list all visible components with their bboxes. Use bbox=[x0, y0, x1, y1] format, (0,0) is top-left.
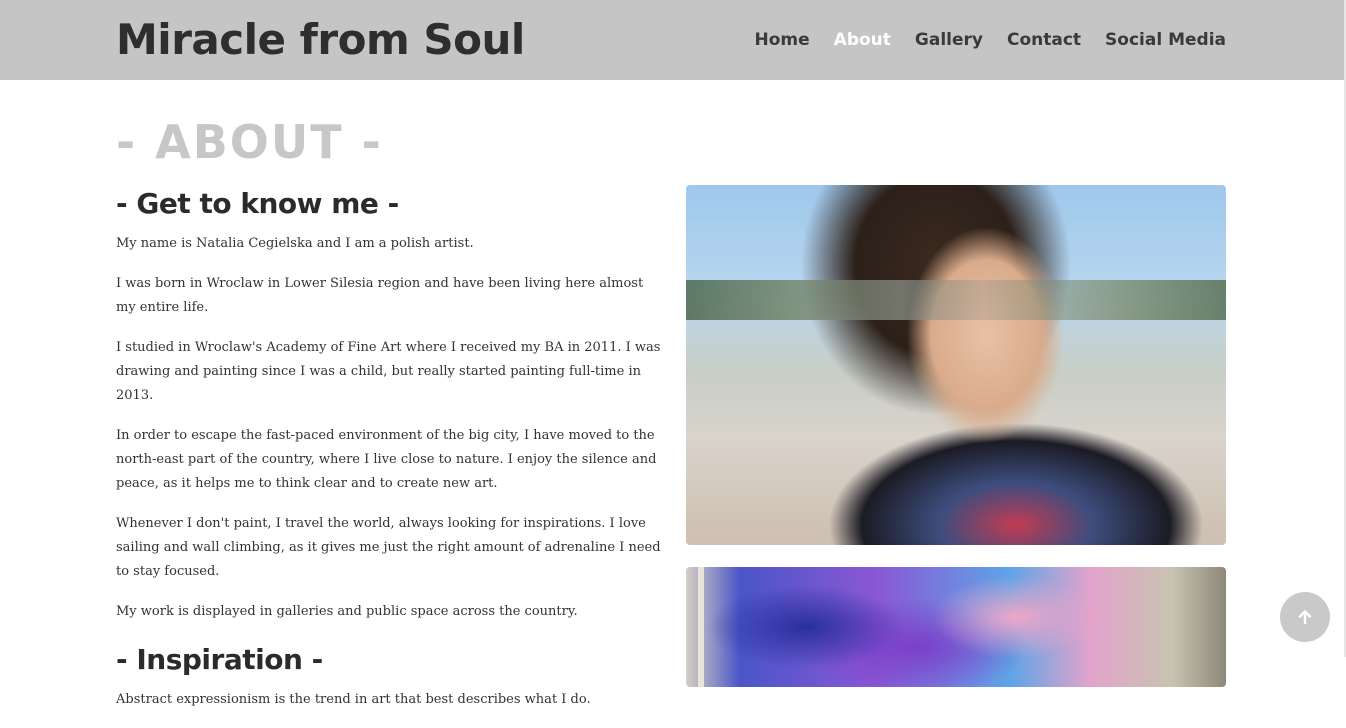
nav-item-contact[interactable]: Contact bbox=[1007, 30, 1081, 50]
section-title-about: - Get to know me - bbox=[116, 187, 399, 220]
main-nav: Home About Gallery Contact Social Media bbox=[755, 0, 1227, 80]
about-paragraph: My work is displayed in galleries and pu… bbox=[116, 604, 578, 619]
nav-item-social-media[interactable]: Social Media bbox=[1105, 30, 1226, 50]
section-title-inspiration: - Inspiration - bbox=[116, 643, 323, 676]
nav-item-gallery[interactable]: Gallery bbox=[915, 30, 983, 50]
about-content: - Get to know me - My name is Natalia Ce… bbox=[116, 184, 661, 728]
nav-item-home[interactable]: Home bbox=[755, 30, 810, 50]
about-paragraph: I was born in Wroclaw in Lower Silesia r… bbox=[116, 276, 644, 315]
site-header: Miracle from Soul Home About Gallery Con… bbox=[0, 0, 1346, 80]
about-paragraph: In order to escape the fast-paced enviro… bbox=[116, 428, 657, 491]
nav-item-about[interactable]: About bbox=[834, 30, 891, 50]
arrow-up-icon bbox=[1296, 608, 1314, 626]
brand-logo[interactable]: Miracle from Soul bbox=[116, 12, 525, 68]
inspiration-paragraph: Abstract expressionism is the trend in a… bbox=[116, 692, 591, 707]
back-to-top-button[interactable] bbox=[1280, 592, 1330, 642]
painting-photo bbox=[686, 567, 1226, 687]
artist-portrait-photo bbox=[686, 185, 1226, 545]
page-title: - ABOUT - bbox=[116, 115, 383, 169]
about-paragraph: I studied in Wroclaw's Academy of Fine A… bbox=[116, 340, 661, 403]
about-paragraph: Whenever I don't paint, I travel the wor… bbox=[116, 516, 661, 579]
about-paragraph: My name is Natalia Cegielska and I am a … bbox=[116, 236, 474, 251]
